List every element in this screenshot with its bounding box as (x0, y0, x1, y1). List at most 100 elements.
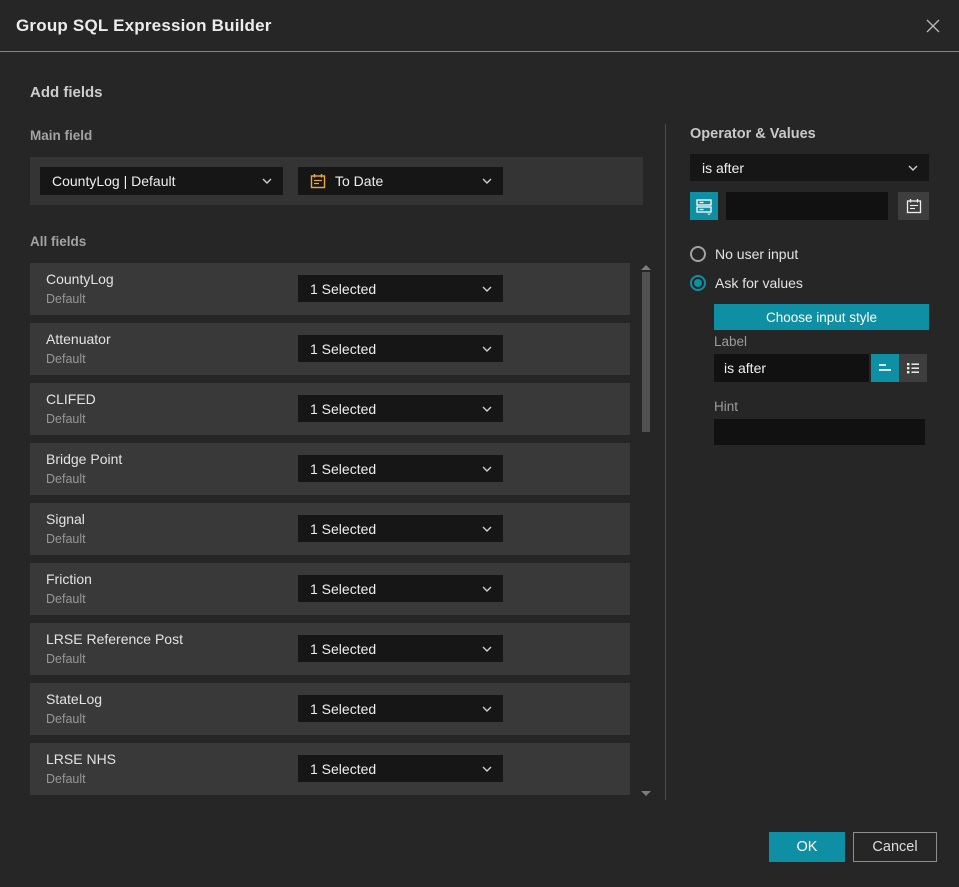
scrollbar-down-arrow[interactable] (641, 791, 651, 796)
ok-button[interactable]: OK (769, 832, 845, 862)
chevron-down-icon (482, 526, 492, 532)
radio-no-user-input-label: No user input (715, 246, 799, 262)
field-selection-value: 1 Selected (310, 700, 377, 717)
main-field-dropdown-value: CountyLog | Default (52, 173, 176, 189)
field-source-label: Default (46, 772, 86, 786)
field-row: Signal Default 1 Selected (30, 503, 630, 555)
field-source-label: Default (46, 532, 86, 546)
field-source-label: Default (46, 652, 86, 666)
cancel-button[interactable]: Cancel (853, 832, 937, 862)
main-field-row: CountyLog | Default To Date (30, 157, 643, 205)
field-row: LRSE NHS Default 1 Selected (30, 743, 630, 795)
chevron-down-icon (482, 586, 492, 592)
main-field-label: Main field (30, 128, 93, 143)
value-calendar-button[interactable] (898, 192, 929, 220)
scrollbar-up-arrow[interactable] (641, 265, 651, 270)
field-source-label: Default (46, 592, 86, 606)
radio-selected-icon (690, 275, 706, 291)
field-row: Bridge Point Default 1 Selected (30, 443, 630, 495)
main-date-dropdown-value: To Date (335, 173, 384, 189)
chevron-down-icon (482, 346, 492, 352)
field-source-label: Default (46, 292, 86, 306)
chevron-down-icon (482, 178, 492, 184)
field-selection-dropdown[interactable]: 1 Selected (298, 275, 503, 302)
main-field-dropdown[interactable]: CountyLog | Default (40, 167, 283, 195)
field-row: StateLog Default 1 Selected (30, 683, 630, 735)
calendar-icon (906, 199, 921, 214)
field-source-label: Default (46, 712, 86, 726)
chevron-down-icon (482, 286, 492, 292)
dialog-title: Group SQL Expression Builder (16, 15, 272, 35)
close-icon[interactable] (921, 14, 945, 38)
dialog-titlebar: Group SQL Expression Builder (0, 0, 959, 52)
all-fields-label: All fields (30, 234, 87, 249)
field-name: CountyLog (46, 271, 114, 287)
radio-circle-icon (690, 246, 706, 262)
field-source-label: Default (46, 412, 86, 426)
value-input[interactable] (726, 192, 888, 220)
radio-ask-for-values[interactable]: Ask for values (690, 275, 803, 291)
operator-dropdown[interactable]: is after (690, 154, 929, 181)
field-row: Friction Default 1 Selected (30, 563, 630, 615)
field-selection-dropdown[interactable]: 1 Selected (298, 395, 503, 422)
calendar-icon (310, 173, 326, 189)
field-name: StateLog (46, 691, 103, 707)
radio-no-user-input[interactable]: No user input (690, 246, 798, 262)
scrollbar-thumb[interactable] (642, 272, 650, 432)
field-row: CLIFED Default 1 Selected (30, 383, 630, 435)
add-fields-heading: Add fields (30, 84, 103, 101)
label-field-label: Label (714, 334, 748, 349)
panel-divider (665, 124, 666, 800)
field-name: LRSE NHS (46, 751, 117, 767)
field-selection-dropdown[interactable]: 1 Selected (298, 335, 503, 362)
field-selection-dropdown[interactable]: 1 Selected (298, 755, 503, 782)
field-row: LRSE Reference Post Default 1 Selected (30, 623, 630, 675)
group-sql-expression-builder-dialog: Group SQL Expression Builder Add fields … (0, 0, 959, 887)
chevron-down-icon (262, 178, 272, 184)
value-type-picker-button[interactable] (690, 192, 718, 220)
stacked-values-icon (696, 199, 712, 215)
main-date-dropdown[interactable]: To Date (298, 167, 503, 195)
field-selection-dropdown[interactable]: 1 Selected (298, 455, 503, 482)
chevron-down-icon (482, 766, 492, 772)
field-selection-value: 1 Selected (310, 580, 377, 597)
field-selection-value: 1 Selected (310, 640, 377, 657)
field-row: Attenuator Default 1 Selected (30, 323, 630, 375)
field-selection-dropdown[interactable]: 1 Selected (298, 575, 503, 602)
field-selection-value: 1 Selected (310, 280, 377, 297)
field-selection-value: 1 Selected (310, 460, 377, 477)
hint-input[interactable] (714, 419, 925, 445)
chevron-down-icon (482, 646, 492, 652)
operator-values-heading: Operator & Values (690, 126, 816, 142)
field-name: Friction (46, 571, 92, 587)
operator-dropdown-value: is after (702, 159, 745, 176)
choose-input-style-button[interactable]: Choose input style (714, 304, 929, 330)
list-icon (907, 363, 919, 374)
hint-field-label: Hint (714, 399, 739, 414)
align-left-icon (879, 364, 891, 371)
field-row: CountyLog Default 1 Selected (30, 263, 630, 315)
chevron-down-icon (482, 466, 492, 472)
field-name: Signal (46, 511, 85, 527)
field-selection-dropdown[interactable]: 1 Selected (298, 635, 503, 662)
input-style-single-line-button[interactable] (871, 354, 899, 382)
label-input[interactable] (714, 354, 869, 382)
field-name: CLIFED (46, 391, 96, 407)
input-style-list-button[interactable] (899, 354, 927, 382)
field-name: LRSE Reference Post (46, 631, 183, 647)
field-selection-dropdown[interactable]: 1 Selected (298, 695, 503, 722)
field-selection-value: 1 Selected (310, 340, 377, 357)
chevron-down-icon (908, 165, 918, 171)
field-selection-value: 1 Selected (310, 400, 377, 417)
all-fields-list: CountyLog Default 1 Selected Attenuator … (30, 263, 630, 803)
field-source-label: Default (46, 352, 86, 366)
field-name: Bridge Point (46, 451, 123, 467)
chevron-down-icon (482, 406, 492, 412)
field-selection-dropdown[interactable]: 1 Selected (298, 515, 503, 542)
chevron-down-icon (482, 706, 492, 712)
field-selection-value: 1 Selected (310, 520, 377, 537)
field-name: Attenuator (46, 331, 111, 347)
radio-ask-for-values-label: Ask for values (715, 275, 803, 291)
field-selection-value: 1 Selected (310, 760, 377, 777)
field-source-label: Default (46, 472, 86, 486)
